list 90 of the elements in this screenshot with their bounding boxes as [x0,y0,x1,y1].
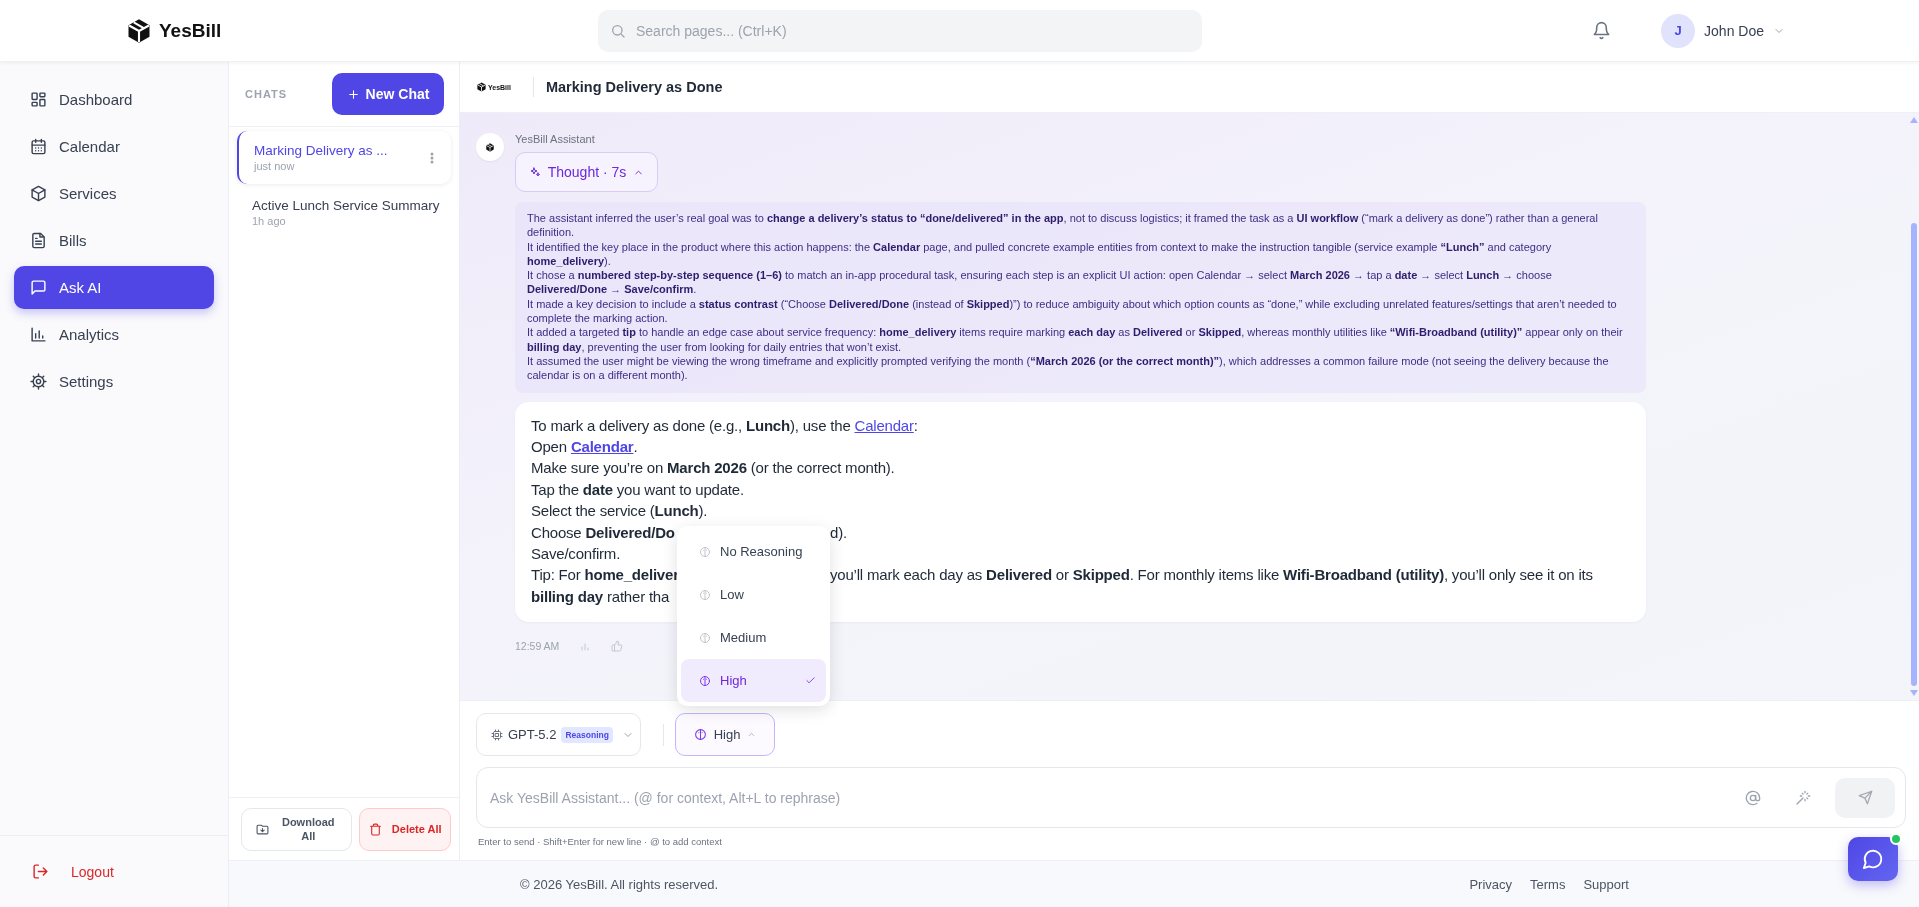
input-hint: Enter to send · Shift+Enter for new line · @ to add context [478,836,722,847]
answer-text: Make sure you’re on March 2026 (or the correct month). [531,458,895,479]
thought-toggle[interactable]: Thought · 7s [515,152,658,192]
logout-button[interactable]: Logout [32,863,114,880]
reasoning-text: It made a key decision to include a status contrast (“Choose Delivered/Done (instead of Skipped)”) to reduce ambiguity about which option counts as “done,” while excluding unrelated features/settings that aren’t needed to complete the marking action. [527,296,1618,326]
sparkle-icon [528,166,541,178]
chat-title: Marking Delivery as ... [254,143,389,158]
bar-chart-icon [30,326,47,343]
send-button[interactable] [1835,777,1895,818]
circle-split-icon [699,674,711,687]
reasoning-badge: Reasoning [561,726,613,743]
nav-item[interactable]: Settings [14,360,214,403]
answer-text: d). [830,522,847,543]
nav-item[interactable]: Ask AI [14,266,214,309]
reasoning-effort-selector[interactable]: High [675,713,775,756]
reasoning-text: The assistant inferred the user’s real goal was to change a delivery’s status to “done/delivered” in the app, not to discuss logistics; it framed the task as a UI workflow (“mark a delivery as done”) rather than a general definition. [527,211,1599,240]
delete-all-button[interactable]: Delete All [359,807,451,851]
chevron-up-icon [747,730,757,739]
folder-download-icon [256,822,270,836]
logout-icon [32,863,49,880]
logo-icon [485,141,495,153]
calendar-icon [30,138,47,155]
nav-item[interactable]: Analytics [14,313,214,356]
answer-text: Tip: For home_deliver [531,566,679,584]
user-menu[interactable]: J John Doe [1661,13,1785,48]
answer-text: Tap the date you want to update. [531,479,744,500]
trash-icon [368,822,382,836]
nav-item[interactable]: Bills [14,219,214,262]
brand-name: YesBill [159,19,222,42]
menu-option[interactable]: Medium [681,616,826,659]
nav-item[interactable]: Calendar [14,125,214,168]
footer-link[interactable]: Terms [1530,876,1566,892]
message-field[interactable]: Ask YesBill Assistant... (@ for context, Alt+L to rephrase) [476,767,1906,828]
answer-text: Open Calendar. [531,436,638,457]
nav-item[interactable]: Dashboard [14,78,214,121]
menu-option[interactable]: Low [681,573,826,616]
reasoning-text: It added a targeted tip to handle an edge case about service frequency: home_delivery items require marking each day as Delivered or Skipped, whereas monthly utilities like “Wifi-Broadband (utility)” appear only on their billing day, preventing the user from looking for daily entries that won’t exist. [527,325,1624,354]
answer-text: Save/confirm. [531,544,621,564]
menu-option[interactable]: No Reasoning [681,530,826,573]
circle-split-icon [699,631,711,644]
footer-link[interactable]: Privacy [1469,876,1513,892]
answer-text: Choose Delivered/Do [531,523,675,541]
download-all-button[interactable]: Download All [241,807,353,851]
circle-split-icon [699,588,711,601]
nav-item[interactable]: Services [14,172,214,215]
new-chat-button[interactable]: New Chat [332,73,444,115]
chat-item[interactable]: Marking Delivery as ... just now [237,131,451,184]
chat-bubble-icon [1862,848,1884,870]
answer-text: billing day rather tha [531,586,670,607]
message-input[interactable]: Ask YesBill Assistant... (@ for context, Alt+L to rephrase) [488,788,1711,807]
chat-time: just now [254,160,296,172]
copyright-text: © 2026 YesBill. All rights reserved. [520,876,720,892]
search-field[interactable]: Search pages... (Ctrl+K) [598,9,1202,52]
settings-icon [30,373,47,390]
answer-text: you’ll mark each day as Delivered or Skipped. For monthly items like Wifi-Broadband (utility), you’ll only see it on its [830,565,1593,586]
send-icon [1857,790,1873,805]
chat-item[interactable]: Active Lunch Service Summary 1h ago [237,186,451,239]
reasoning-text: It assumed the user might be viewing the wrong timeframe and explicitly prompted verifying the month (“March 2026 (or the correct month)”), which addresses a common failure mode (not seeing the delivery because the calendar is on a different month). [527,353,1610,383]
sender-name: YesBill Assistant [515,133,596,147]
circle-split-icon [699,545,711,558]
check-icon [805,675,816,686]
menu-option[interactable]: High [681,659,826,702]
conversation-title: Marking Delivery as Done [545,79,723,95]
thumbs-up-icon[interactable] [611,640,624,653]
logo-icon [476,81,487,93]
magic-wand-icon[interactable] [1795,789,1811,806]
reasoning-text: It identified the key place in the product where this action happens: the Calendar page, and pulled concrete example entities from context to make the instruction tangible (service example “Lunch” and category home_delivery). [527,239,1553,269]
footer-link[interactable]: Support [1583,876,1629,892]
user-avatar: J [1661,13,1696,48]
answer-text: Select the service (Lunch). [531,501,708,522]
model-selector[interactable]: GPT-5.2 Reasoning [476,713,641,756]
text-link[interactable]: Calendar [570,437,634,455]
circle-split-icon [693,728,707,741]
section-label: CHATS [245,88,288,100]
chip-icon [491,728,503,741]
dashboard-icon [30,91,47,108]
chat-title: Active Lunch Service Summary [252,198,440,213]
notification-bell-icon[interactable] [1592,21,1612,40]
cube-icon [30,185,47,202]
at-sign-icon[interactable] [1745,789,1761,806]
chat-bubble-icon [30,279,47,296]
answer-text: To mark a delivery as done (e.g., Lunch), use the Calendar: [531,415,918,436]
message-time: 12:59 AM [515,640,560,653]
document-icon [30,232,47,249]
plus-icon [346,87,360,101]
text-link[interactable]: Calendar [854,416,914,434]
search-icon [610,22,626,39]
chat-support-button[interactable] [1848,837,1898,881]
reasoning-text: It chose a numbered step-by-step sequence (1–6) to match an in-app procedural task, ensuring each step is an explicit UI action: open Calendar → select March 2026 → tap a date → select Lunch → choose Delivered/Done → Save/confirm. [527,268,1553,297]
chat-time: 1h ago [252,215,287,227]
